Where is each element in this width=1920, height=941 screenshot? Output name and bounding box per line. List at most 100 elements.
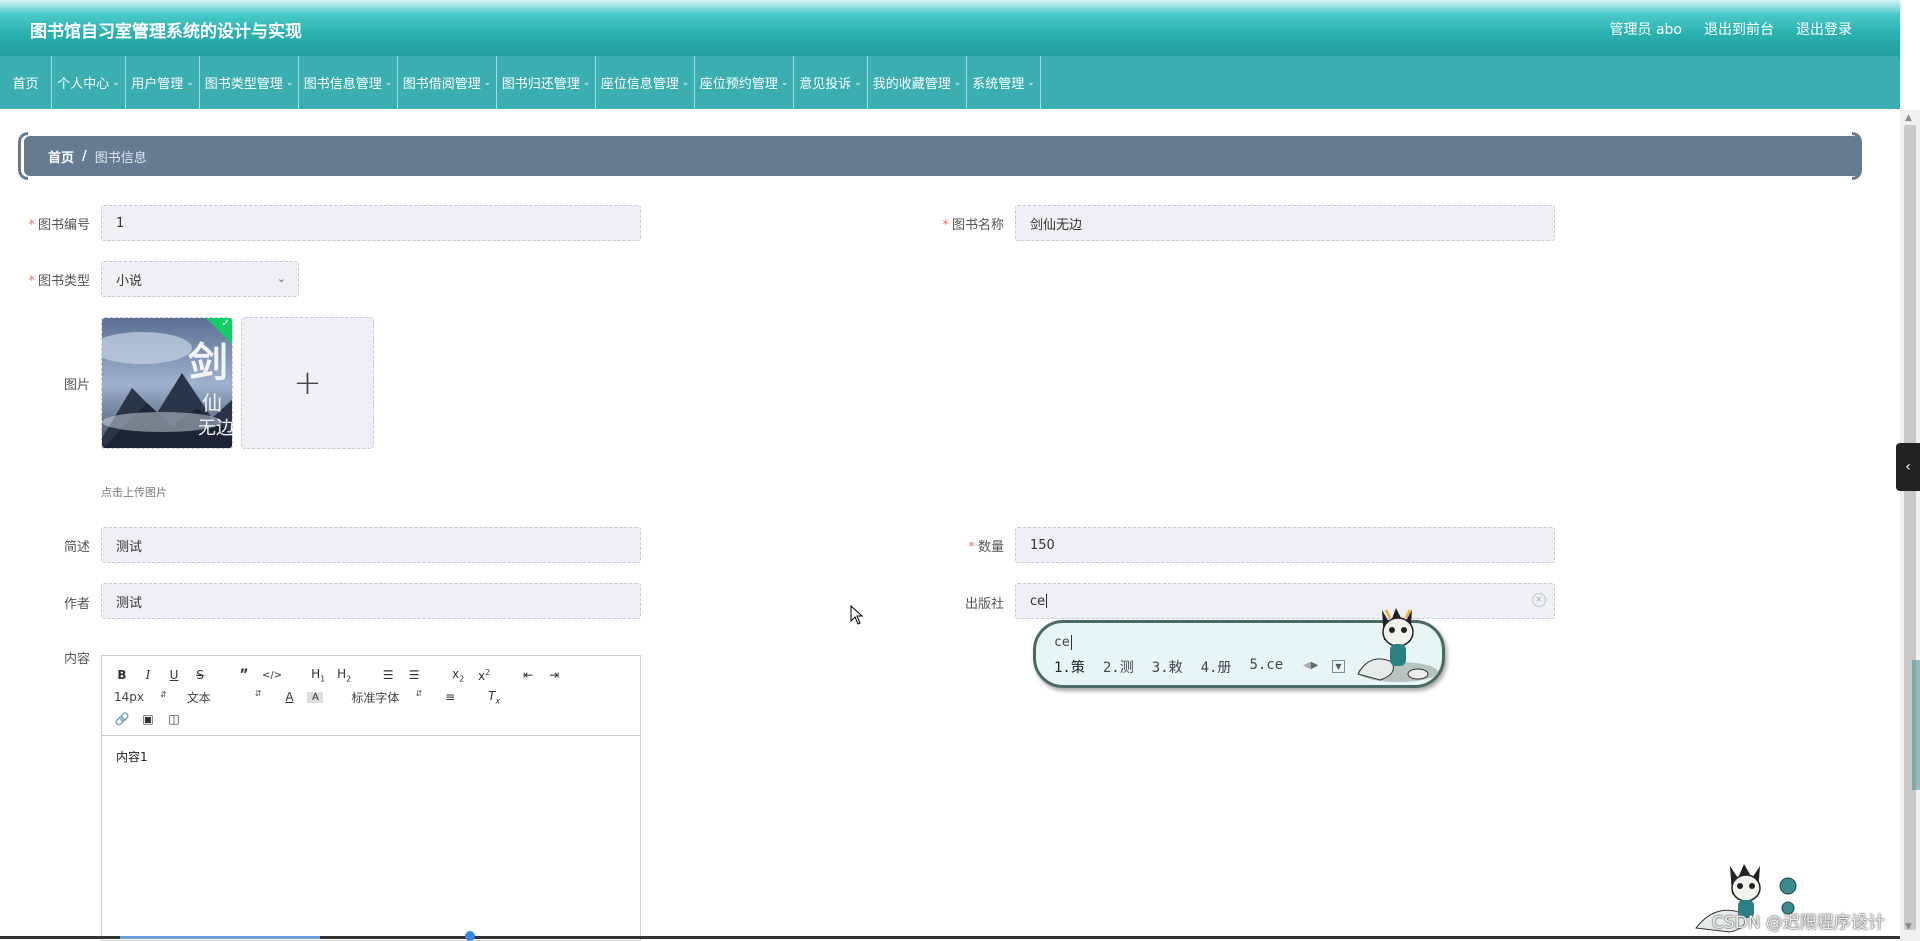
quantity-input[interactable]: 150 (1015, 527, 1555, 563)
strikethrough-icon[interactable]: S (192, 668, 208, 682)
breadcrumb-separator: / (82, 148, 87, 164)
side-widget-strip (1912, 660, 1920, 790)
header-actions: 管理员 abo 退出到前台 退出登录 (1610, 19, 1852, 39)
indent-icon[interactable]: ⇥ (546, 668, 562, 682)
breadcrumb: 首页 / 图书信息 (24, 136, 1860, 176)
nav-user-management[interactable]: 用户管理 ⌄ (126, 56, 200, 109)
block-type-picker[interactable]: 文本 ⇵ (187, 689, 262, 706)
subscript-icon[interactable]: x2 (450, 667, 466, 683)
uploaded-book-cover[interactable]: 剑 仙 无边 ✓ (101, 317, 233, 449)
nav-system-management[interactable]: 系统管理 ⌄ (967, 56, 1041, 109)
to-frontend-link[interactable]: 退出到前台 (1704, 19, 1774, 39)
outdent-icon[interactable]: ⇤ (520, 668, 536, 682)
heading-1-icon[interactable]: H1 (310, 667, 326, 683)
book-name-input[interactable]: 剑仙无边 (1015, 205, 1555, 241)
link-icon[interactable]: 🔗 (114, 712, 130, 726)
author-label: 作者 (63, 597, 90, 612)
logout-link[interactable]: 退出登录 (1796, 19, 1852, 39)
ordered-list-icon[interactable]: ☰ (380, 668, 396, 682)
scrollbar-thumb[interactable] (1904, 125, 1916, 930)
book-name-label: * 图书名称 (942, 218, 1004, 233)
underline-icon[interactable]: U (166, 668, 182, 682)
upload-hint: 点击上传图片 (101, 486, 167, 499)
background-color-icon[interactable]: A (307, 691, 324, 703)
cover-title-char-2: 仙 (202, 391, 222, 415)
code-block-icon[interactable]: </> (262, 670, 282, 681)
cover-title-char-3: 无边 (198, 418, 233, 439)
nav-book-info-management[interactable]: 图书信息管理 ⌄ (299, 56, 398, 109)
nav-home[interactable]: 首页 (0, 56, 52, 109)
chevron-down-icon: ⌄ (1027, 77, 1035, 88)
check-icon: ✓ (221, 318, 230, 329)
heading-2-icon[interactable]: H2 (336, 667, 352, 683)
breadcrumb-current: 图书信息 (94, 150, 147, 166)
chevron-down-icon: ⌄ (384, 77, 393, 88)
quantity-label: * 数量 (968, 540, 1004, 555)
font-color-icon[interactable]: A (281, 690, 297, 704)
chevron-down-icon: ⌄ (582, 77, 591, 88)
author-input[interactable]: 测试 (101, 583, 641, 619)
text-caret (1046, 594, 1048, 608)
nav-my-favorites-management[interactable]: 我的收藏管理 ⌄ (868, 56, 967, 109)
summary-input[interactable]: 测试 (101, 527, 641, 563)
csdn-watermark: CSDN @迟限程序设计 (1712, 913, 1885, 933)
ime-caret (1070, 635, 1072, 650)
mouse-pointer-icon (850, 605, 864, 625)
blockquote-icon[interactable]: ” (236, 667, 252, 683)
superscript-icon[interactable]: x2 (476, 668, 492, 683)
updown-arrow-icon: ⇵ (415, 688, 423, 698)
publisher-input[interactable]: ce × (1015, 583, 1555, 619)
ime-candidate[interactable]: 1.策 (1054, 657, 1085, 677)
clear-format-icon[interactable]: Tx (486, 689, 502, 705)
ime-composition: ce (1054, 635, 1072, 650)
ime-candidate[interactable]: 5.ce (1249, 657, 1283, 677)
book-no-input[interactable]: 1 (101, 205, 641, 241)
chevron-down-icon: ⌄ (854, 77, 862, 88)
chevron-down-icon: ⌄ (285, 77, 294, 88)
cover-title-char-1: 剑 (188, 339, 228, 386)
scroll-up-arrow-icon[interactable]: ▲ (1905, 113, 1912, 123)
plus-icon: + (293, 363, 322, 403)
video-icon[interactable]: ◫ (166, 712, 182, 726)
chevron-down-icon: ⌄ (681, 77, 690, 88)
ime-page-arrows[interactable]: ◀▶ (1303, 660, 1318, 671)
required-mark: * (28, 274, 35, 289)
scroll-down-arrow-icon[interactable]: ▼ (1905, 922, 1912, 932)
font-size-picker[interactable]: 14px ⇵ (114, 690, 167, 704)
bold-icon[interactable]: B (114, 668, 130, 682)
image-label: 图片 (63, 378, 90, 393)
chevron-down-icon: ⌄ (953, 77, 962, 88)
bullet-list-icon[interactable]: ☰ (406, 668, 422, 682)
current-user: 管理员 abo (1609, 22, 1682, 38)
nav-complaints[interactable]: 意见投诉 ⌄ (794, 56, 868, 109)
publisher-label: 出版社 (964, 597, 1004, 612)
nav-seat-reservation-management[interactable]: 座位预约管理 ⌄ (695, 56, 794, 109)
scroll-handle-dot[interactable] (465, 931, 475, 941)
nav-book-borrow-management[interactable]: 图书借阅管理 ⌄ (398, 56, 497, 109)
horizontal-scrollbar[interactable] (0, 936, 1900, 939)
chevron-left-icon: ‹ (1905, 459, 1911, 475)
content-label: 内容 (63, 652, 90, 667)
nav-book-return-management[interactable]: 图书归还管理 ⌄ (497, 56, 596, 109)
nav-seat-info-management[interactable]: 座位信息管理 ⌄ (596, 56, 695, 109)
breadcrumb-home[interactable]: 首页 (48, 147, 74, 166)
ime-candidate-list: 1.策 2.测 3.敕 4.册 5.ce (1054, 657, 1283, 677)
updown-arrow-icon: ⇵ (160, 690, 167, 699)
clear-icon[interactable]: × (1532, 593, 1546, 607)
ime-candidate[interactable]: 2.测 (1103, 657, 1134, 677)
side-panel-toggle[interactable]: ‹ (1896, 443, 1920, 491)
nav-personal-center[interactable]: 个人中心 ⌄ (52, 56, 126, 109)
ime-candidate[interactable]: 4.册 (1201, 657, 1232, 677)
ime-cat-mascot-icon (1357, 608, 1438, 682)
editor-toolbar: B I U S ” </> H1 H2 ☰ ☰ x2 x2 ⇤ ⇥ 14px ⇵ … (102, 656, 640, 736)
nav-book-type-management[interactable]: 图书类型管理 ⌄ (200, 56, 299, 109)
image-upload-button[interactable]: + (241, 317, 374, 449)
align-icon[interactable]: ≡ (442, 690, 458, 704)
editor-content[interactable]: 内容1 (102, 736, 640, 777)
ime-candidate[interactable]: 3.敕 (1152, 657, 1183, 677)
italic-icon[interactable]: I (140, 668, 156, 682)
chevron-down-icon: ⌄ (483, 77, 492, 88)
font-family-picker[interactable]: 标准字体 ⇵ (351, 689, 422, 706)
image-icon[interactable]: ▣ (140, 712, 156, 726)
book-type-select[interactable]: 小说 ⌄ (101, 261, 299, 297)
